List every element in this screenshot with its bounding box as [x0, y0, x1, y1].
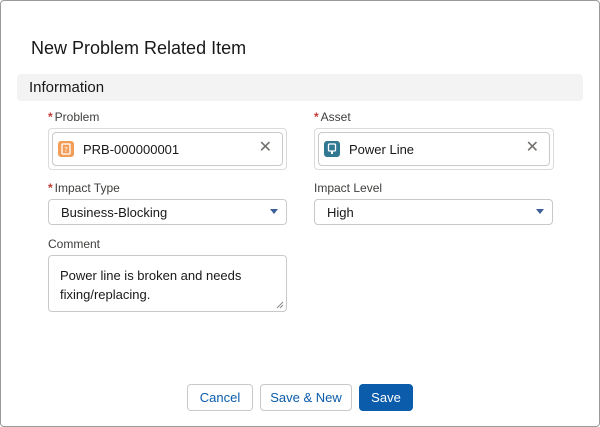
impact-level-field-label: Impact Level: [314, 181, 382, 195]
problem-value: PRB-000000001: [83, 142, 180, 157]
resize-handle-icon[interactable]: [276, 301, 284, 309]
asset-label-text: Asset: [320, 110, 351, 124]
chevron-down-icon: [536, 209, 544, 214]
problem-clear-icon[interactable]: ✕: [259, 139, 272, 157]
required-marker: *: [48, 181, 53, 195]
asset-icon: [324, 141, 340, 157]
impact-type-select[interactable]: Business-Blocking: [48, 199, 287, 225]
comment-field-label: Comment: [48, 237, 100, 251]
save-button[interactable]: Save: [359, 384, 413, 411]
comment-value: Power line is broken and needs fixing/re…: [60, 268, 242, 302]
asset-lookup-pill[interactable]: Power Line ✕: [318, 132, 550, 166]
problem-label-text: Problem: [54, 110, 100, 124]
information-section-header[interactable]: Information: [17, 74, 583, 101]
comment-textarea[interactable]: Power line is broken and needs fixing/re…: [48, 255, 287, 312]
modal-title: New Problem Related Item: [31, 38, 247, 58]
required-marker: *: [314, 110, 319, 124]
section-title: Information: [29, 79, 105, 96]
asset-value: Power Line: [349, 142, 415, 157]
problem-icon: ?: [58, 141, 74, 157]
chevron-down-icon: [270, 209, 278, 214]
problem-lookup-wrapper: ? PRB-000000001 ✕: [48, 128, 287, 170]
impact-level-value: High: [327, 205, 354, 220]
problem-field-label: * Problem: [48, 110, 99, 124]
impact-level-label-text: Impact Level: [314, 181, 383, 195]
save-and-new-button[interactable]: Save & New: [260, 384, 352, 411]
comment-label-text: Comment: [48, 237, 101, 251]
impact-type-field-label: * Impact Type: [48, 181, 120, 195]
impact-level-select[interactable]: High: [314, 199, 553, 225]
impact-type-value: Business-Blocking: [61, 205, 168, 220]
cancel-button[interactable]: Cancel: [187, 384, 253, 411]
svg-text:?: ?: [64, 146, 68, 154]
impact-type-label-text: Impact Type: [54, 181, 120, 195]
required-marker: *: [48, 110, 53, 124]
asset-field-label: * Asset: [314, 110, 351, 124]
asset-lookup-wrapper: Power Line ✕: [314, 128, 554, 170]
new-record-modal: New Problem Related Item Information * Pr…: [0, 0, 600, 427]
asset-clear-icon[interactable]: ✕: [526, 139, 539, 157]
problem-lookup-pill[interactable]: ? PRB-000000001 ✕: [52, 132, 283, 166]
